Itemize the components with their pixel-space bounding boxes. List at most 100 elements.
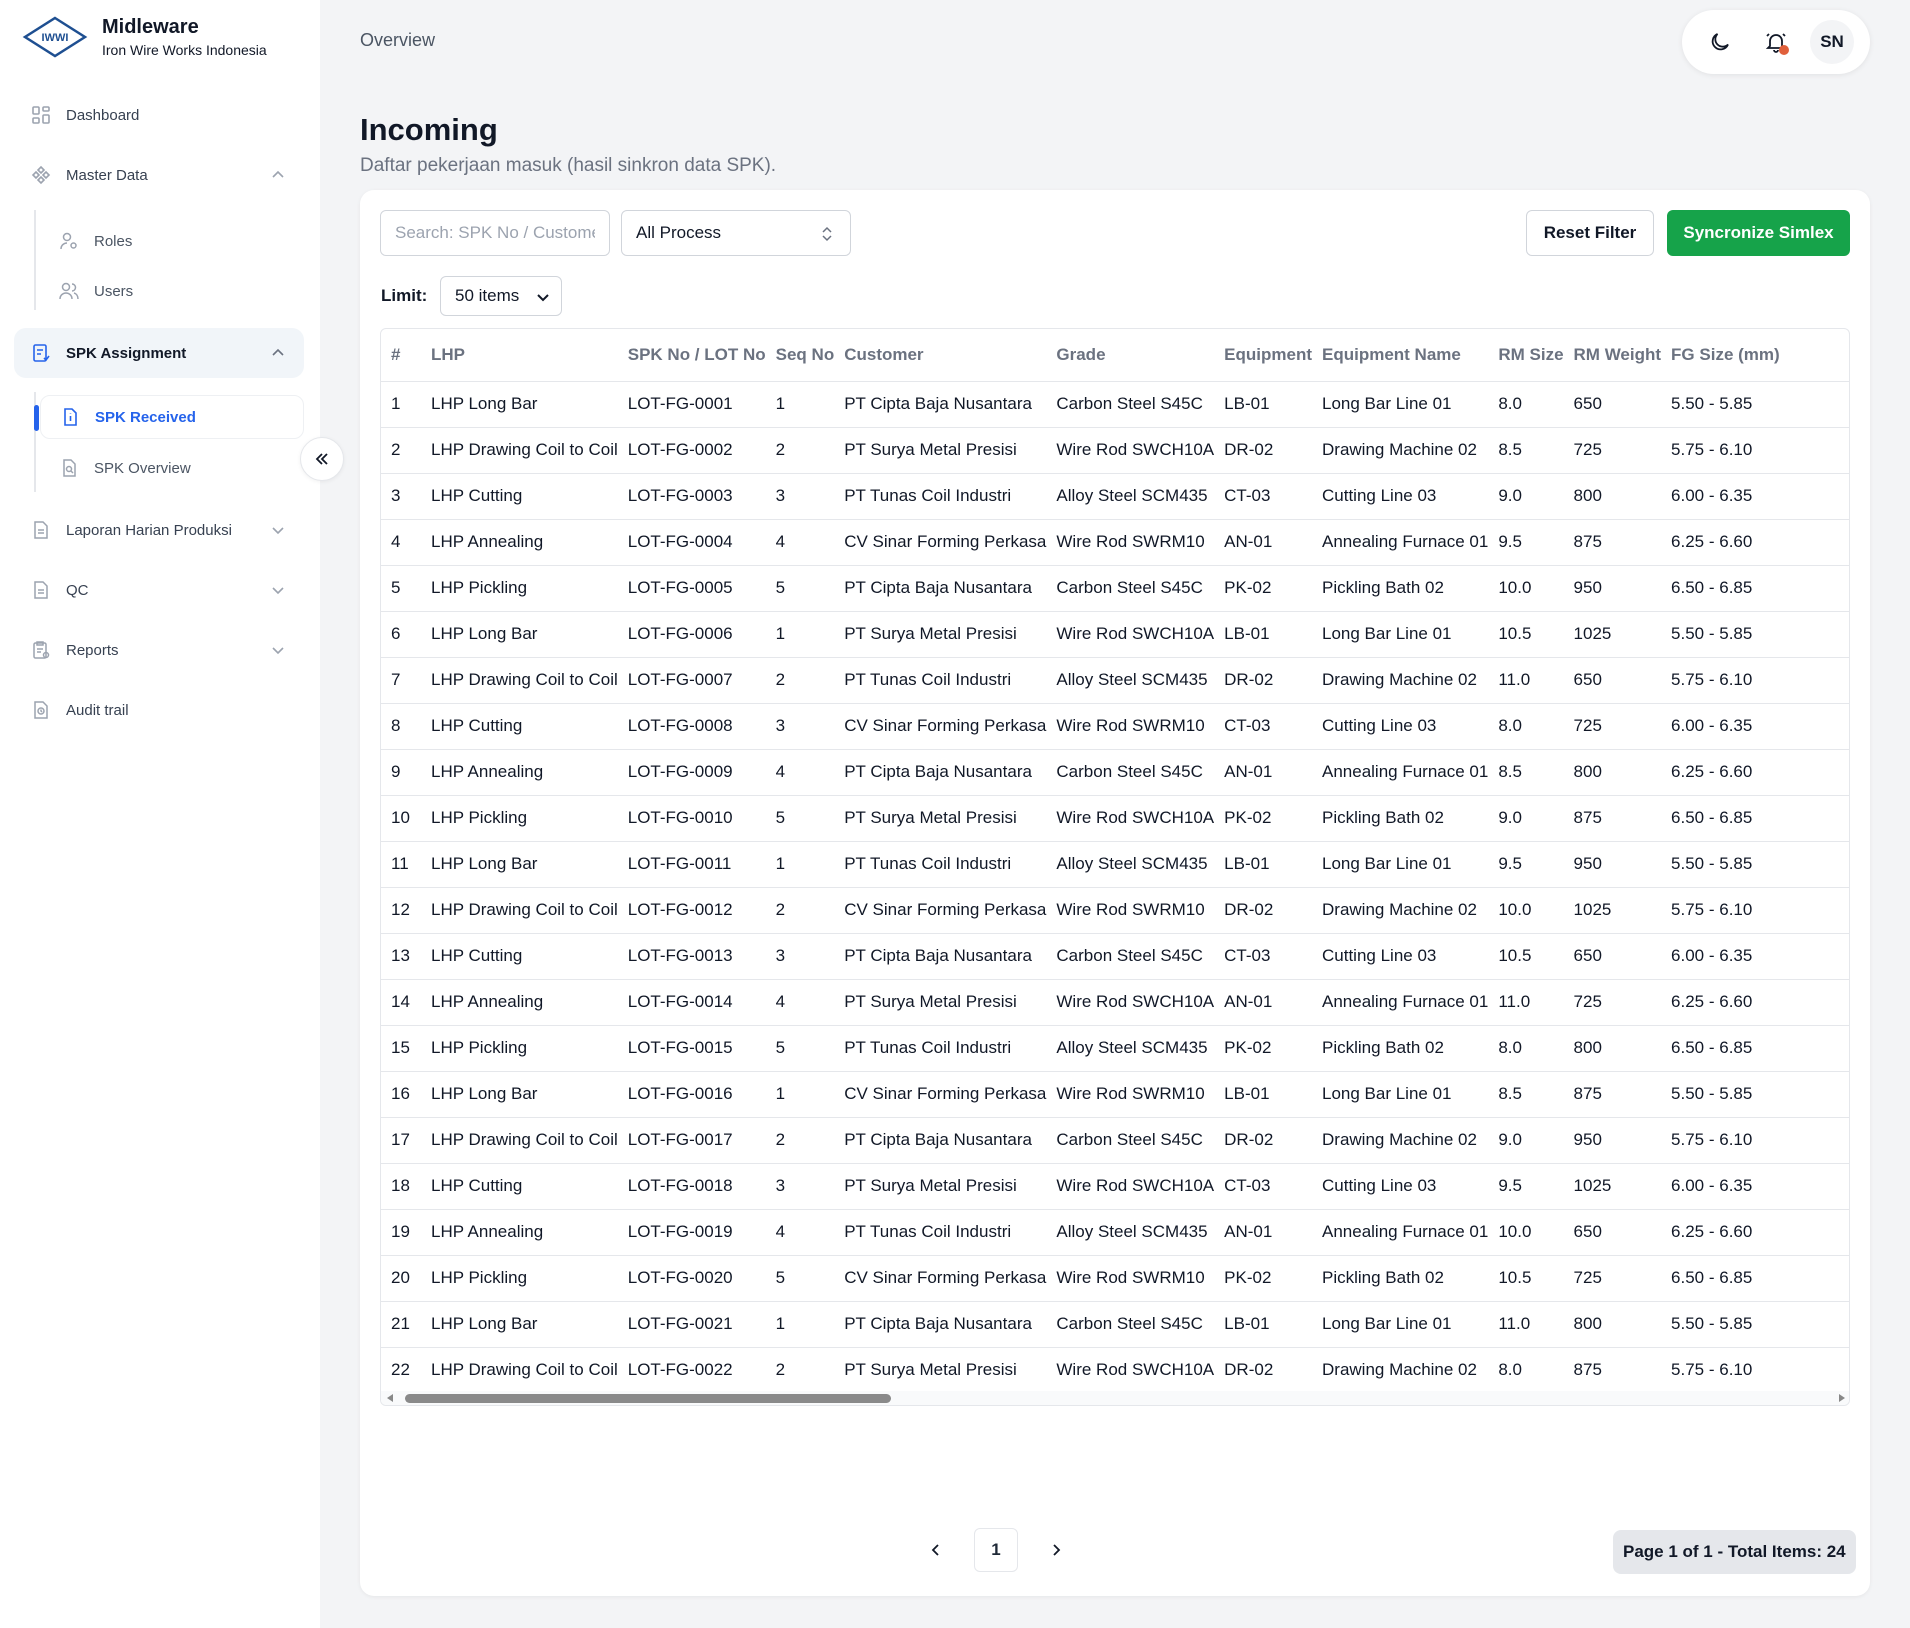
- synchronize-button[interactable]: Syncronize Simlex: [1667, 210, 1850, 256]
- table-row[interactable]: 7 LHP Drawing Coil to Coil LOT-FG-0007 2 PT …: [381, 657, 1849, 704]
- table-row[interactable]: 8 LHP Cutting LOT-FG-0008 3 CV Sinar Forming…: [381, 703, 1849, 750]
- table-row[interactable]: 3 LHP Cutting LOT-FG-0003 3 PT Tunas Coil In…: [381, 473, 1849, 520]
- process-select[interactable]: All Process: [621, 210, 851, 256]
- table-cell: LHP Long Bar: [420, 381, 618, 428]
- limit-select[interactable]: 50 items: [440, 276, 562, 316]
- table-cell: LOT-FG-0016: [617, 1071, 766, 1118]
- scrollbar-thumb[interactable]: [405, 1394, 891, 1403]
- column-header[interactable]: RM Size: [1488, 329, 1564, 382]
- sidebar-item-dashboard[interactable]: Dashboard: [14, 90, 304, 140]
- collapse-sidebar-button[interactable]: [300, 437, 344, 481]
- sidebar-item-laporan[interactable]: Laporan Harian Produksi: [14, 505, 304, 555]
- sidebar-item-spk-assignment[interactable]: SPK Assignment: [14, 328, 304, 378]
- notifications-button[interactable]: [1754, 20, 1798, 64]
- table-cell: LHP Long Bar: [420, 1301, 618, 1348]
- table-cell: Long Bar Line 01: [1312, 1301, 1489, 1348]
- table-cell: Wire Rod SWCH10A: [1046, 1163, 1215, 1210]
- table-header-row: # LHP SPK No / LOT No Seq No Customer Grade Eq…: [381, 329, 1849, 382]
- sidebar-item-label: Roles: [94, 232, 133, 250]
- reset-filter-button[interactable]: Reset Filter: [1526, 210, 1654, 256]
- table-cell: LHP Annealing: [420, 749, 618, 796]
- column-header[interactable]: LHP: [420, 329, 618, 382]
- column-header[interactable]: Equipment: [1214, 329, 1312, 382]
- table-row[interactable]: 16 LHP Long Bar LOT-FG-0016 1 CV Sinar Formi…: [381, 1071, 1849, 1118]
- page-number-button[interactable]: 1: [974, 1528, 1018, 1572]
- table-row[interactable]: 10 LHP Pickling LOT-FG-0010 5 PT Surya Metal…: [381, 795, 1849, 842]
- table-cell: Wire Rod SWCH10A: [1046, 979, 1215, 1026]
- table-row[interactable]: 12 LHP Drawing Coil to Coil LOT-FG-0012 2 CV…: [381, 887, 1849, 934]
- table-row[interactable]: 2 LHP Drawing Coil to Coil LOT-FG-0002 2 PT …: [381, 427, 1849, 474]
- avatar[interactable]: SN: [1810, 20, 1854, 64]
- table-row[interactable]: 5 LHP Pickling LOT-FG-0005 5 PT Cipta Baja N…: [381, 565, 1849, 612]
- sidebar-item-users[interactable]: Users: [40, 269, 304, 313]
- table-cell: 6.00 - 6.35: [1661, 703, 1849, 750]
- table-row[interactable]: 13 LHP Cutting LOT-FG-0013 3 PT Cipta Baja N…: [381, 933, 1849, 980]
- sidebar-item-audit-trail[interactable]: Audit trail: [14, 685, 304, 735]
- search-input[interactable]: [380, 210, 610, 256]
- table-cell: LHP Cutting: [420, 933, 618, 980]
- next-page-button[interactable]: [1036, 1530, 1076, 1570]
- table-cell: Long Bar Line 01: [1312, 611, 1489, 658]
- active-indicator: [34, 405, 39, 431]
- sidebar-item-master-data[interactable]: Master Data: [14, 150, 304, 200]
- table-row[interactable]: 18 LHP Cutting LOT-FG-0018 3 PT Surya Metal …: [381, 1163, 1849, 1210]
- breadcrumb[interactable]: Overview: [360, 30, 435, 51]
- table-row[interactable]: 19 LHP Annealing LOT-FG-0019 4 PT Tunas Coil…: [381, 1209, 1849, 1256]
- column-header[interactable]: FG Size (mm): [1661, 329, 1849, 382]
- table-row[interactable]: 1 LHP Long Bar LOT-FG-0001 1 PT Cipta Baja N…: [381, 381, 1849, 428]
- table-row[interactable]: 21 LHP Long Bar LOT-FG-0021 1 PT Cipta Baja …: [381, 1301, 1849, 1348]
- sidebar-item-spk-overview[interactable]: SPK Overview: [40, 446, 304, 490]
- table-cell: Annealing Furnace 01: [1312, 749, 1489, 796]
- sidebar-item-label: Master Data: [66, 166, 148, 184]
- sidebar-item-spk-received[interactable]: SPK Received: [40, 395, 304, 439]
- table-row[interactable]: 22 LHP Drawing Coil to Coil LOT-FG-0022 2 PT…: [381, 1347, 1849, 1394]
- table-row[interactable]: 11 LHP Long Bar LOT-FG-0011 1 PT Tunas Coil …: [381, 841, 1849, 888]
- table-cell: LOT-FG-0011: [617, 841, 766, 888]
- table-cell: 4: [765, 1209, 835, 1256]
- moon-icon: [1711, 33, 1729, 51]
- table-row[interactable]: 4 LHP Annealing LOT-FG-0004 4 CV Sinar Formi…: [381, 519, 1849, 566]
- table-cell: 21: [381, 1301, 421, 1348]
- column-header[interactable]: Equipment Name: [1312, 329, 1489, 382]
- table-cell: 1: [765, 381, 835, 428]
- table-cell: 1: [765, 611, 835, 658]
- column-header[interactable]: Customer: [834, 329, 1047, 382]
- sidebar-item-qc[interactable]: QC: [14, 565, 304, 615]
- table-cell: LOT-FG-0009: [617, 749, 766, 796]
- column-header[interactable]: RM Weight: [1563, 329, 1662, 382]
- chevron-right-icon: [1053, 1544, 1061, 1556]
- sidebar: IWWI Midleware Iron Wire Works Indonesia…: [0, 0, 320, 1628]
- sidebar-item-reports[interactable]: Reports: [14, 625, 304, 675]
- table-cell: AN-01: [1214, 519, 1312, 566]
- sidebar-item-roles[interactable]: Roles: [40, 219, 304, 263]
- table-cell: Drawing Machine 02: [1312, 1347, 1489, 1394]
- table-cell: LOT-FG-0018: [617, 1163, 766, 1210]
- column-header[interactable]: Grade: [1046, 329, 1215, 382]
- table-cell: DR-02: [1214, 427, 1312, 474]
- table-cell: 11.0: [1488, 657, 1564, 704]
- scroll-right-arrow[interactable]: [1839, 1394, 1845, 1402]
- brand[interactable]: IWWI Midleware Iron Wire Works Indonesia: [22, 14, 267, 60]
- table-row[interactable]: 9 LHP Annealing LOT-FG-0009 4 PT Cipta Baja …: [381, 749, 1849, 796]
- table-row[interactable]: 6 LHP Long Bar LOT-FG-0006 1 PT Surya Metal …: [381, 611, 1849, 658]
- table-cell: LHP Pickling: [420, 565, 618, 612]
- table-cell: 5.75 - 6.10: [1661, 1347, 1849, 1394]
- column-header[interactable]: SPK No / LOT No: [617, 329, 766, 382]
- table-cell: LOT-FG-0006: [617, 611, 766, 658]
- table-row[interactable]: 20 LHP Pickling LOT-FG-0020 5 CV Sinar Formi…: [381, 1255, 1849, 1302]
- table-cell: PT Tunas Coil Industri: [834, 657, 1047, 704]
- scroll-left-arrow[interactable]: [387, 1394, 393, 1402]
- table-row[interactable]: 15 LHP Pickling LOT-FG-0015 5 PT Tunas Coil …: [381, 1025, 1849, 1072]
- table-row[interactable]: 14 LHP Annealing LOT-FG-0014 4 PT Surya Meta…: [381, 979, 1849, 1026]
- sidebar-item-label: SPK Received: [95, 408, 196, 426]
- column-header[interactable]: #: [381, 329, 421, 382]
- table-row[interactable]: 17 LHP Drawing Coil to Coil LOT-FG-0017 2 PT…: [381, 1117, 1849, 1164]
- column-header[interactable]: Seq No: [765, 329, 835, 382]
- table-cell: 3: [765, 933, 835, 980]
- horizontal-scrollbar[interactable]: [381, 1391, 1849, 1405]
- prev-page-button[interactable]: [916, 1530, 956, 1570]
- page-title: Incoming: [360, 112, 498, 147]
- data-table[interactable]: # LHP SPK No / LOT No Seq No Customer Grade Eq…: [380, 328, 1850, 1406]
- table-cell: Cutting Line 03: [1312, 703, 1489, 750]
- theme-toggle-button[interactable]: [1698, 20, 1742, 64]
